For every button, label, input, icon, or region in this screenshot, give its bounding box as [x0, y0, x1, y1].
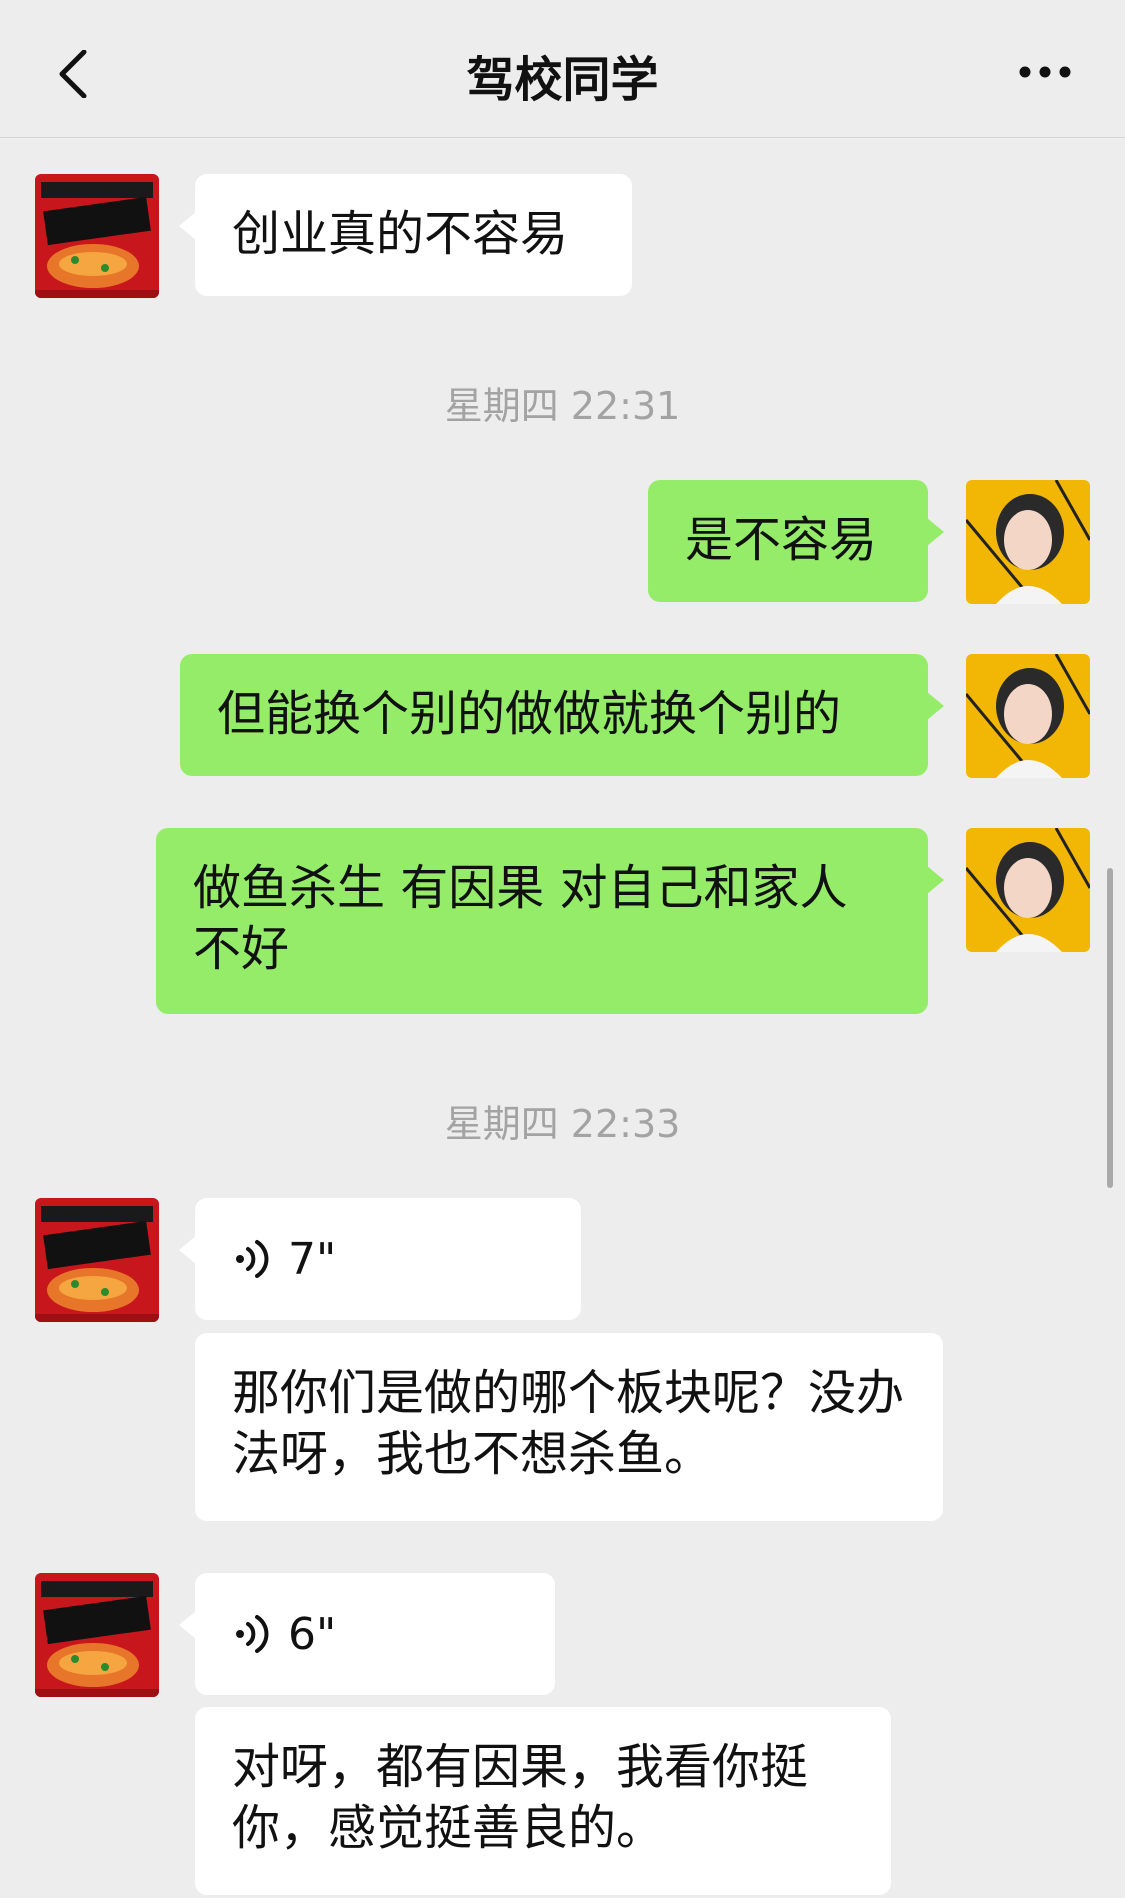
- voice-wave-icon: [236, 1615, 269, 1653]
- user-avatar[interactable]: [966, 828, 1090, 952]
- voice-message-bubble[interactable]: 6": [179, 1573, 555, 1695]
- message-text: 但能换个别的做做就换个别的: [217, 686, 842, 742]
- message-bubble-outgoing[interactable]: 做鱼杀生 有因果 对自己和家人不好: [156, 828, 944, 1014]
- message-bubble-outgoing[interactable]: 是不容易: [648, 480, 944, 602]
- message-text: 创业真的不容易: [232, 206, 569, 262]
- voice-duration: 7": [288, 1233, 337, 1285]
- timestamp: 星期四 22:33: [444, 1102, 681, 1146]
- more-button[interactable]: [1015, 52, 1075, 92]
- message-bubble-incoming[interactable]: 对呀，都有因果，我看你挺你，感觉挺善良的。: [195, 1707, 891, 1895]
- more-dots-icon: [1019, 66, 1071, 78]
- chat-header: 驾校同学: [0, 0, 1125, 138]
- message-text: 做鱼杀生 有因果 对自己和家人不好: [193, 860, 848, 977]
- user-avatar[interactable]: [966, 480, 1090, 604]
- message-bubble-incoming[interactable]: 那你们是做的哪个板块呢？没办法呀，我也不想杀鱼。: [195, 1333, 943, 1521]
- message-text: 对呀，都有因果，我看你挺你，感觉挺善良的。: [232, 1739, 809, 1856]
- contact-avatar[interactable]: [35, 174, 159, 298]
- message-text: 那你们是做的哪个板块呢？没办法呀，我也不想杀鱼。: [232, 1365, 905, 1482]
- chat-title: 驾校同学: [466, 52, 659, 108]
- contact-avatar[interactable]: [35, 1198, 159, 1322]
- voice-duration: 6": [288, 1608, 337, 1660]
- message-text: 是不容易: [685, 512, 878, 568]
- contact-avatar[interactable]: [35, 1573, 159, 1697]
- timestamp: 星期四 22:31: [444, 384, 681, 428]
- user-avatar[interactable]: [966, 654, 1090, 778]
- message-bubble-incoming[interactable]: 创业真的不容易: [179, 174, 632, 296]
- voice-wave-icon: [236, 1240, 269, 1278]
- message-bubble-outgoing[interactable]: 但能换个别的做做就换个别的: [180, 654, 944, 776]
- voice-message-bubble[interactable]: 7": [179, 1198, 581, 1320]
